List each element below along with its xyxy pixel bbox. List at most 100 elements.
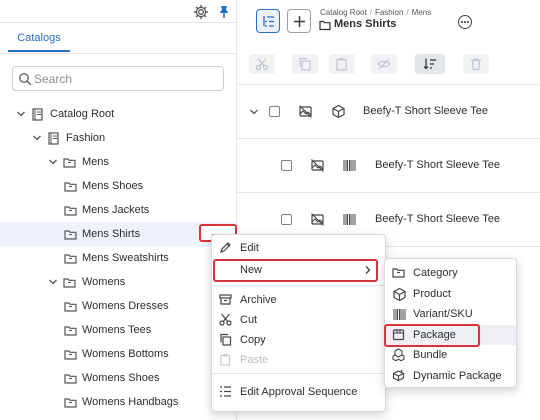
copy-icon (298, 57, 312, 71)
breadcrumb-item[interactable]: Catalog Root (320, 8, 367, 17)
scissors-icon (219, 313, 232, 326)
menu-item-archive[interactable]: Archive (212, 290, 385, 310)
category-folder-icon (64, 252, 77, 265)
tree-item-label: Catalog Root (50, 108, 115, 120)
catalog-book-icon (47, 132, 60, 145)
tab-catalogs[interactable]: Catalogs (8, 30, 70, 52)
menu-item-label: Copy (240, 334, 266, 346)
pencil-icon (219, 241, 232, 254)
tree-item-womens-handbags[interactable]: Womens Handbags (0, 390, 236, 414)
eye-slash-icon (377, 57, 391, 71)
category-folder-icon (64, 324, 77, 337)
menu-item-label: Edit Approval Sequence (240, 386, 358, 398)
submenu-item-bundle[interactable]: Bundle (385, 345, 516, 365)
trash-icon (469, 57, 483, 71)
gear-icon[interactable] (193, 4, 209, 20)
hide-button[interactable] (371, 54, 397, 74)
tree-item-catalog-root[interactable]: Catalog Root (0, 102, 236, 126)
title-more-button[interactable] (458, 15, 472, 29)
menu-item-edit[interactable]: Edit (212, 238, 385, 258)
plus-icon (293, 15, 306, 28)
submenu-item-category[interactable]: Category (385, 263, 516, 283)
tree-view-toggle-button[interactable] (256, 9, 280, 33)
tree-item-mens[interactable]: Mens (0, 150, 236, 174)
menu-item-cut[interactable]: Cut (212, 310, 385, 330)
category-folder-icon (64, 228, 77, 241)
tree-item-fashion[interactable]: Fashion (0, 126, 236, 150)
sort-button[interactable] (415, 54, 445, 74)
category-folder-icon (64, 348, 77, 361)
chevron-down-icon[interactable] (32, 133, 42, 143)
product-box-icon (331, 104, 346, 119)
category-folder-icon (64, 204, 77, 217)
breadcrumb: Catalog Root / Fashion / Mens (320, 8, 431, 17)
tree-item-mens-sweatshirts[interactable]: Mens Sweatshirts (0, 246, 236, 270)
tree-item-label: Womens Tees (82, 324, 152, 336)
tree-item-label: Mens Shoes (82, 180, 144, 192)
submenu-item-variant-sku[interactable]: Variant/SKU (385, 304, 516, 324)
tree-item-mens-jackets[interactable]: Mens Jackets (0, 198, 236, 222)
add-button[interactable] (287, 9, 311, 33)
image-off-icon (310, 212, 325, 227)
tree-item-womens[interactable]: Womens (0, 270, 236, 294)
row-name[interactable]: Beefy-T Short Sleeve Tee (363, 105, 488, 117)
catalog-panel: Catalogs Catalog Root Fashion Mens Mens Sho… (0, 0, 237, 420)
row-checkbox[interactable] (269, 106, 280, 117)
breadcrumb-separator: / (369, 8, 372, 17)
cut-button[interactable] (249, 54, 275, 74)
row-checkbox[interactable] (281, 214, 292, 225)
tree-item-mens-shoes[interactable]: Mens Shoes (0, 174, 236, 198)
row-checkbox[interactable] (281, 160, 292, 171)
copy-button[interactable] (292, 54, 318, 74)
menu-divider (212, 285, 385, 286)
tree-item-womens-shoes[interactable]: Womens Shoes (0, 366, 236, 390)
paste-icon (335, 57, 349, 71)
tree-item-womens-bottoms[interactable]: Womens Bottoms (0, 342, 236, 366)
row-name[interactable]: Beefy-T Short Sleeve Tee (375, 213, 500, 225)
tree-list-icon (262, 15, 275, 28)
menu-item-copy[interactable]: Copy (212, 330, 385, 350)
delete-button[interactable] (463, 54, 489, 74)
menu-item-label: Bundle (413, 349, 448, 361)
tree-item-womens-tees[interactable]: Womens Tees (0, 318, 236, 342)
panel-header-icons (188, 2, 236, 22)
table-row[interactable]: Beefy-T Short Sleeve Tee (237, 85, 540, 139)
menu-item-label: Paste (240, 354, 269, 366)
divider (0, 53, 237, 54)
tree-item-label: Womens (82, 276, 126, 288)
breadcrumb-separator: / (406, 8, 409, 17)
submenu-item-dynamic-package[interactable]: Dynamic Package (385, 366, 516, 386)
row-name[interactable]: Beefy-T Short Sleeve Tee (375, 159, 500, 171)
chevron-down-icon[interactable] (48, 157, 58, 167)
breadcrumb-item[interactable]: Fashion (375, 8, 403, 17)
menu-item-edit-approval-sequence[interactable]: Edit Approval Sequence (212, 382, 385, 402)
copy-icon (219, 333, 232, 346)
menu-item-label: Category (413, 267, 458, 279)
chevron-down-icon[interactable] (16, 109, 26, 119)
tree-item-label: Fashion (66, 132, 106, 144)
category-folder-icon (64, 396, 77, 409)
tree-item-label: Womens Dresses (82, 300, 169, 312)
scissors-icon (255, 57, 269, 71)
paste-button[interactable] (329, 54, 355, 74)
chevron-down-icon[interactable] (48, 277, 58, 287)
chevron-down-icon[interactable] (249, 107, 259, 117)
category-folder-icon (319, 19, 331, 31)
highlight-box (384, 323, 480, 347)
breadcrumb-item[interactable]: Mens (412, 8, 432, 17)
tree-item-womens-dresses[interactable]: Womens Dresses (0, 294, 236, 318)
image-off-icon (310, 158, 325, 173)
pin-icon[interactable] (216, 4, 232, 20)
table-row[interactable]: Beefy-T Short Sleeve Tee (237, 139, 540, 193)
search-input[interactable] (32, 69, 218, 88)
tree-item-label: Mens (82, 156, 109, 168)
submenu-item-product[interactable]: Product (385, 284, 516, 304)
category-folder-icon (392, 266, 405, 279)
tree-item-label: Womens Bottoms (82, 348, 169, 360)
context-menu: Edit New Archive Cut Copy Paste Edit Approval … (211, 234, 386, 412)
menu-item-label: Archive (240, 294, 277, 306)
menu-divider (212, 373, 385, 374)
category-folder-icon (64, 372, 77, 385)
barcode-icon (342, 212, 357, 227)
category-folder-icon (63, 156, 76, 169)
